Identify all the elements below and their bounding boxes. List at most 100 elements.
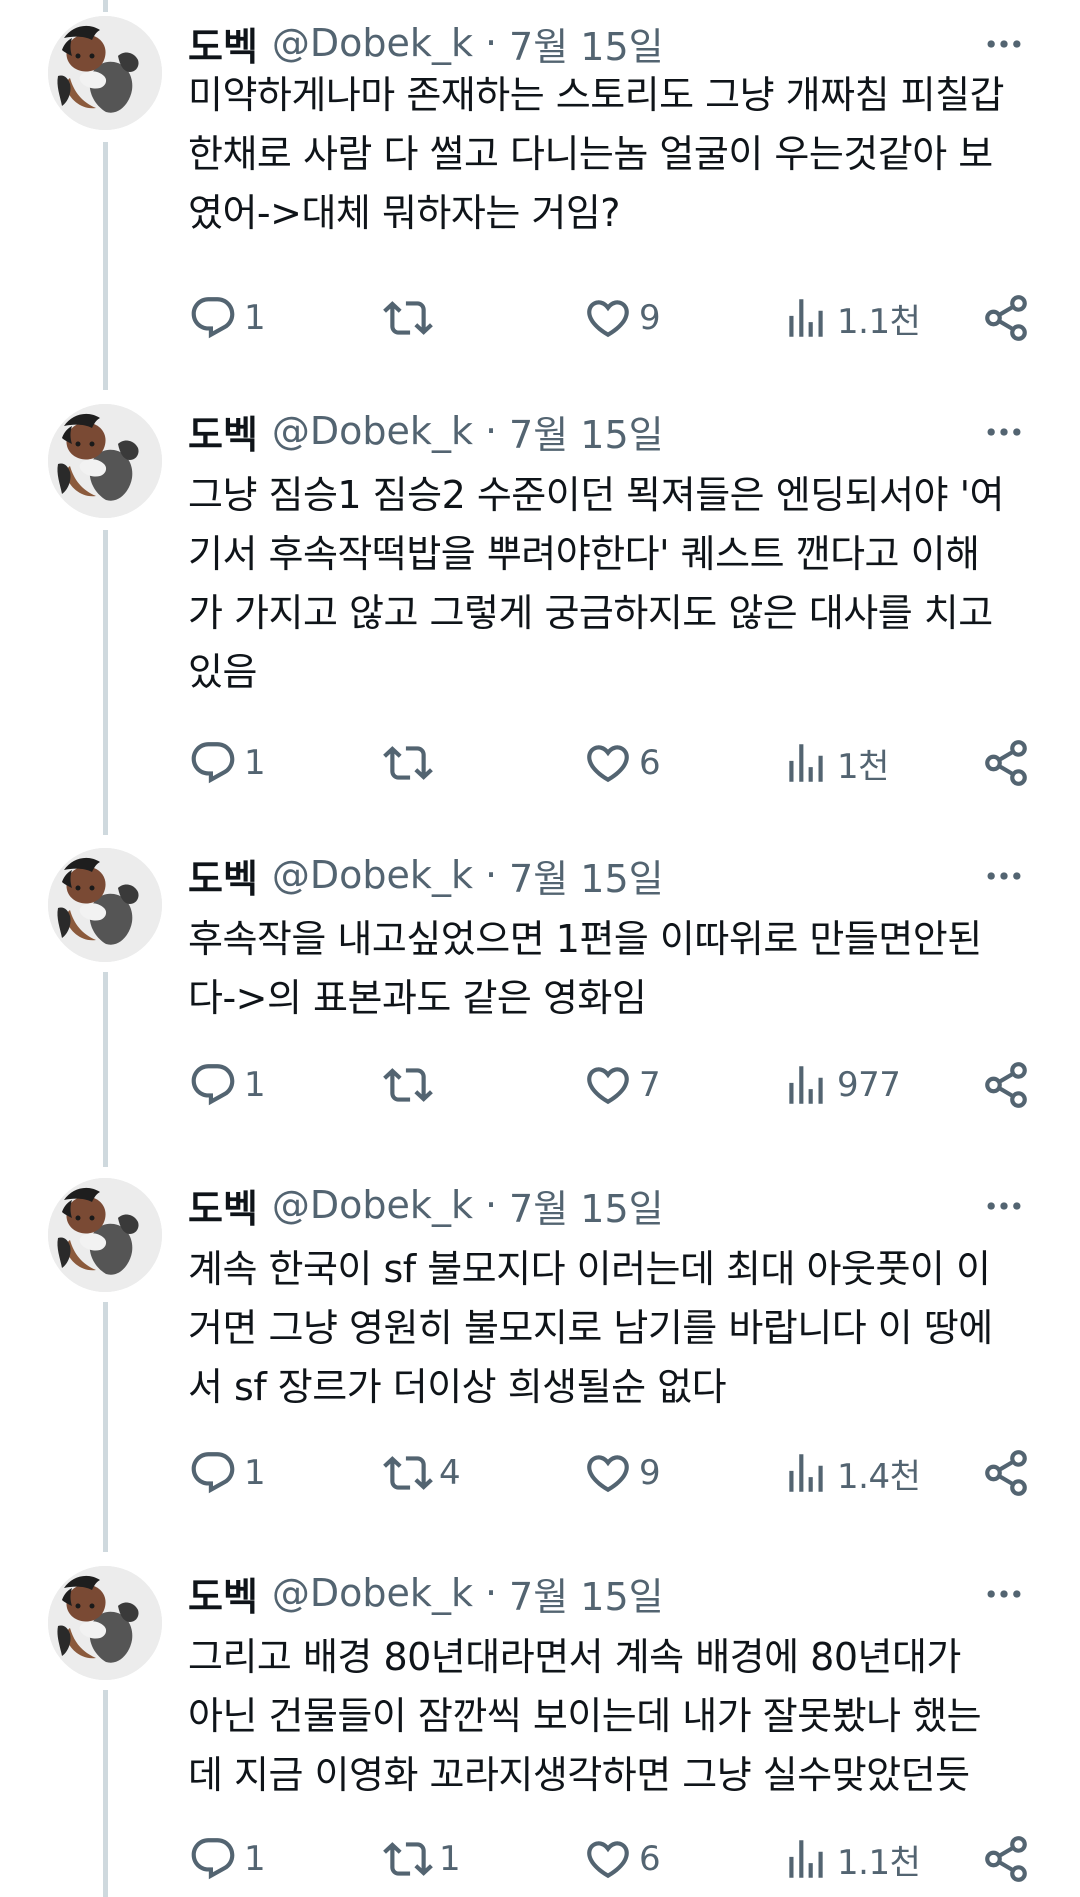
- display-name[interactable]: 도벡: [188, 1178, 258, 1233]
- action-bar: 1 1 6 1.1천: [188, 1829, 1040, 1889]
- reply-button[interactable]: 1: [188, 288, 266, 348]
- heart-icon: [583, 1448, 633, 1498]
- views-button[interactable]: 1천: [781, 733, 889, 793]
- retweet-button[interactable]: 1: [383, 1829, 461, 1889]
- reply-count: 1: [244, 1065, 266, 1105]
- view-count: 977: [837, 1065, 901, 1105]
- thread-line: [103, 142, 108, 390]
- reply-icon: [188, 293, 238, 343]
- retweet-button[interactable]: [383, 288, 439, 348]
- views-button[interactable]: 977: [781, 1055, 901, 1115]
- avatar[interactable]: [48, 16, 162, 130]
- thread-line: [103, 972, 108, 1167]
- display-name[interactable]: 도벡: [188, 16, 258, 71]
- thread-line: [103, 530, 108, 835]
- tweet-text: 미약하게나마 존재하는 스토리도 그냥 개짜침 피칠갑 한채로 사람 다 썰고 …: [188, 73, 1005, 235]
- like-button[interactable]: 7: [583, 1055, 661, 1115]
- share-button[interactable]: [981, 733, 1031, 793]
- tweet-text: 후속작을 내고싶었으면 1편을 이따위로 만들면안된 다->의 표본과도 같은 …: [188, 917, 982, 1020]
- retweet-icon: [383, 738, 433, 788]
- avatar[interactable]: [48, 848, 162, 962]
- reply-count: 1: [244, 298, 266, 338]
- views-button[interactable]: 1.1천: [781, 288, 921, 348]
- more-icon[interactable]: [982, 410, 1026, 454]
- retweet-count: 4: [439, 1453, 461, 1493]
- retweet-button[interactable]: [383, 733, 439, 793]
- more-icon[interactable]: [982, 854, 1026, 898]
- reply-button[interactable]: 1: [188, 1829, 266, 1889]
- share-icon: [981, 738, 1031, 788]
- more-icon[interactable]: [982, 1572, 1026, 1616]
- avatar[interactable]: [48, 404, 162, 518]
- user-handle[interactable]: @Dobek_k: [272, 21, 473, 65]
- avatar[interactable]: [48, 1566, 162, 1680]
- share-icon: [981, 1834, 1031, 1884]
- retweet-icon: [383, 1448, 433, 1498]
- tweet-date[interactable]: 7월 15일: [509, 1178, 664, 1233]
- share-icon: [981, 1060, 1031, 1110]
- like-count: 7: [639, 1065, 661, 1105]
- like-button[interactable]: 9: [583, 288, 661, 348]
- retweet-button[interactable]: [383, 1055, 439, 1115]
- tweet-date[interactable]: 7월 15일: [509, 848, 664, 903]
- user-handle[interactable]: @Dobek_k: [272, 1183, 473, 1227]
- heart-icon: [583, 293, 633, 343]
- like-count: 6: [639, 743, 661, 783]
- like-count: 9: [639, 298, 661, 338]
- share-icon: [981, 293, 1031, 343]
- tweet-date[interactable]: 7월 15일: [509, 1566, 664, 1621]
- view-count: 1천: [837, 746, 889, 787]
- like-count: 9: [639, 1453, 661, 1493]
- share-button[interactable]: [981, 1055, 1031, 1115]
- view-count: 1.1천: [837, 1842, 921, 1883]
- tweet-date[interactable]: 7월 15일: [509, 16, 664, 71]
- share-button[interactable]: [981, 288, 1031, 348]
- more-icon[interactable]: [982, 1184, 1026, 1228]
- separator-dot: ·: [484, 21, 498, 65]
- tweet-text: 그냥 짐승1 짐승2 수준이던 뫽져들은 엔딩되서야 '여 기서 후속작떡밥을 …: [188, 473, 1004, 694]
- action-bar: 1 4 9 1.4천: [188, 1443, 1040, 1503]
- views-icon: [781, 293, 831, 343]
- reply-button[interactable]: 1: [188, 733, 266, 793]
- reply-icon: [188, 1448, 238, 1498]
- share-icon: [981, 1448, 1031, 1498]
- share-button[interactable]: [981, 1829, 1031, 1889]
- views-icon: [781, 1060, 831, 1110]
- avatar[interactable]: [48, 1178, 162, 1292]
- share-button[interactable]: [981, 1443, 1031, 1503]
- like-button[interactable]: 9: [583, 1443, 661, 1503]
- retweet-icon: [383, 1060, 433, 1110]
- action-bar: 1 9 1.1천: [188, 288, 1040, 348]
- retweet-icon: [383, 293, 433, 343]
- like-button[interactable]: 6: [583, 1829, 661, 1889]
- user-handle[interactable]: @Dobek_k: [272, 1571, 473, 1615]
- tweet-header: 도벡 @Dobek_k · 7월 15일: [188, 1178, 1040, 1233]
- tweet-header: 도벡 @Dobek_k · 7월 15일: [188, 848, 1040, 903]
- separator-dot: ·: [484, 853, 498, 897]
- tweet-header: 도벡 @Dobek_k · 7월 15일: [188, 16, 1040, 71]
- user-handle[interactable]: @Dobek_k: [272, 853, 473, 897]
- heart-icon: [583, 738, 633, 788]
- more-icon[interactable]: [982, 22, 1026, 66]
- views-button[interactable]: 1.1천: [781, 1829, 921, 1889]
- thread-line: [103, 1302, 108, 1552]
- action-bar: 1 6 1천: [188, 733, 1040, 793]
- display-name[interactable]: 도벡: [188, 1566, 258, 1621]
- reply-count: 1: [244, 743, 266, 783]
- retweet-icon: [383, 1834, 433, 1884]
- retweet-button[interactable]: 4: [383, 1443, 461, 1503]
- view-count: 1.1천: [837, 301, 921, 342]
- view-count: 1.4천: [837, 1456, 921, 1497]
- views-button[interactable]: 1.4천: [781, 1443, 921, 1503]
- tweet-text: 계속 한국이 sf 불모지다 이러는데 최대 아웃풋이 이 거면 그냥 영원히 …: [188, 1247, 993, 1409]
- display-name[interactable]: 도벡: [188, 848, 258, 903]
- user-handle[interactable]: @Dobek_k: [272, 409, 473, 453]
- display-name[interactable]: 도벡: [188, 404, 258, 459]
- views-icon: [781, 1834, 831, 1884]
- tweet-date[interactable]: 7월 15일: [509, 404, 664, 459]
- separator-dot: ·: [484, 1571, 498, 1615]
- like-button[interactable]: 6: [583, 733, 661, 793]
- reply-button[interactable]: 1: [188, 1055, 266, 1115]
- tweet-header: 도벡 @Dobek_k · 7월 15일: [188, 1566, 1040, 1621]
- reply-button[interactable]: 1: [188, 1443, 266, 1503]
